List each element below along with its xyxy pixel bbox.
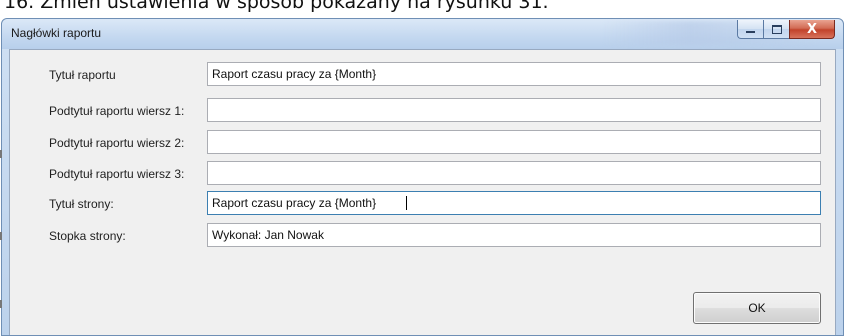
form-row-subtitle-1: Podtytuł raportu wiersz 1:	[10, 98, 835, 124]
page-title-input[interactable]	[207, 191, 821, 215]
page-edge-mark	[0, 150, 2, 158]
subtitle-line-3-label: Podtytuł raportu wiersz 3:	[49, 167, 185, 181]
page-edge-mark	[0, 232, 2, 240]
dialog-window: Nagłówki raportu X Tytuł raportu Podtytu…	[1, 18, 844, 336]
window-controls: X	[737, 20, 835, 40]
page-footer-label: Stopka strony:	[49, 229, 126, 243]
close-icon: X	[806, 21, 818, 37]
ok-button[interactable]: OK	[693, 292, 821, 324]
minimize-icon	[746, 31, 755, 33]
subtitle-line-1-input[interactable]	[207, 98, 821, 122]
document-heading-text: 16. Zmień ustawienia w sposób pokazany n…	[4, 0, 549, 13]
subtitle-line-3-input[interactable]	[207, 161, 821, 185]
page-edge-mark	[0, 300, 2, 308]
window-title: Nagłówki raportu	[11, 26, 102, 40]
report-title-label: Tytuł raportu	[49, 68, 116, 82]
form-row-page-footer: Stopka strony:	[10, 223, 835, 249]
page-footer-input[interactable]	[207, 223, 821, 247]
report-title-input[interactable]	[207, 62, 821, 86]
maximize-icon	[771, 24, 782, 34]
subtitle-line-2-label: Podtytuł raportu wiersz 2:	[49, 136, 185, 150]
text-caret	[406, 196, 407, 210]
form-row-page-title: Tytuł strony:	[10, 191, 835, 217]
close-button[interactable]: X	[789, 20, 835, 39]
form-row-report-title: Tytuł raportu	[10, 62, 835, 88]
form-row-subtitle-3: Podtytuł raportu wiersz 3:	[10, 161, 835, 187]
subtitle-line-1-label: Podtytuł raportu wiersz 1:	[49, 104, 185, 118]
page-title-label: Tytuł strony:	[49, 197, 114, 211]
form-row-subtitle-2: Podtytuł raportu wiersz 2:	[10, 130, 835, 156]
title-bar[interactable]: Nagłówki raportu X	[2, 19, 843, 49]
subtitle-line-2-input[interactable]	[207, 130, 821, 154]
maximize-button[interactable]	[763, 20, 789, 39]
dialog-client-area: Tytuł raportu Podtytuł raportu wiersz 1:…	[9, 49, 836, 335]
minimize-button[interactable]	[737, 20, 763, 39]
